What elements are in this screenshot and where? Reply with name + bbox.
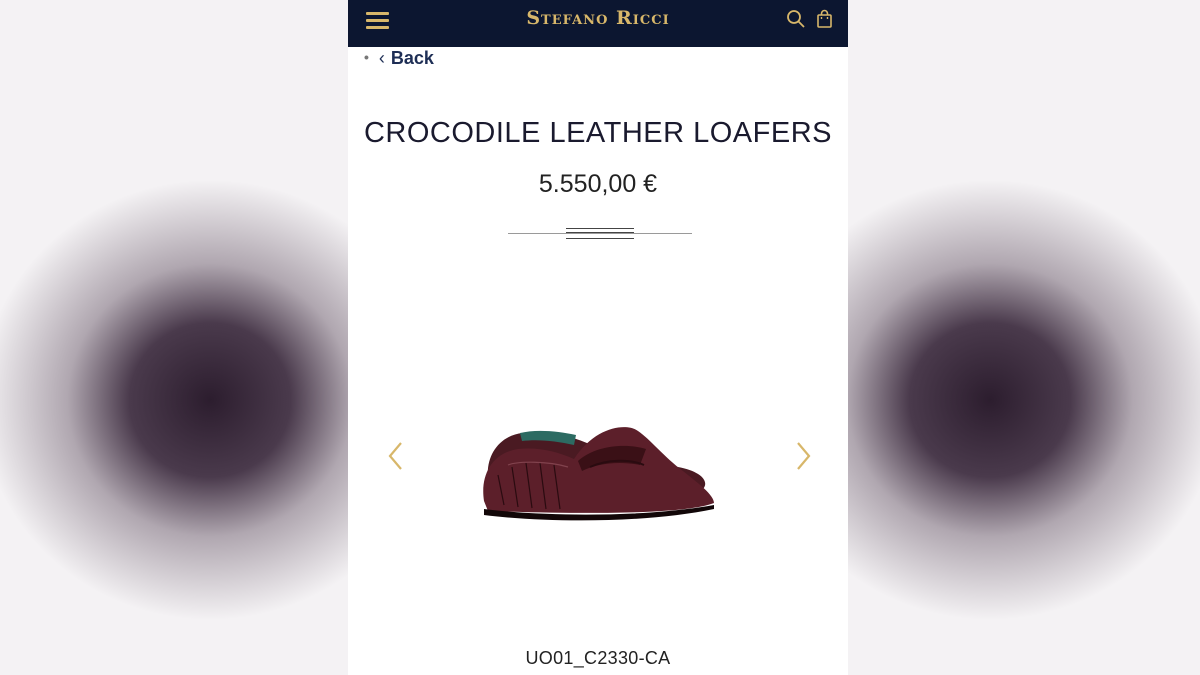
- bullet-dot: •: [364, 49, 369, 65]
- chevron-right-icon[interactable]: [792, 440, 814, 472]
- top-navigation-bar: Stefano Ricci: [348, 0, 848, 47]
- shopping-bag-icon[interactable]: [815, 9, 835, 29]
- back-link[interactable]: • ‹ Back: [364, 48, 434, 70]
- chevron-left-icon[interactable]: [385, 440, 407, 472]
- product-image[interactable]: [478, 405, 718, 525]
- back-link-label: Back: [390, 48, 434, 68]
- product-price: 5.550,00 €: [538, 170, 658, 198]
- search-icon[interactable]: [786, 9, 806, 29]
- brand-logo[interactable]: Stefano Ricci: [348, 7, 848, 29]
- product-title: CROCODILE LEATHER LOAFERS: [363, 117, 832, 149]
- decorative-divider: [508, 227, 692, 241]
- product-sku: UO01_C2330-CA: [525, 648, 671, 668]
- mobile-page: Stefano Ricci • ‹ Back CROCODILE LEATHER L…: [348, 0, 848, 675]
- chevron-left-icon: ‹: [378, 48, 385, 68]
